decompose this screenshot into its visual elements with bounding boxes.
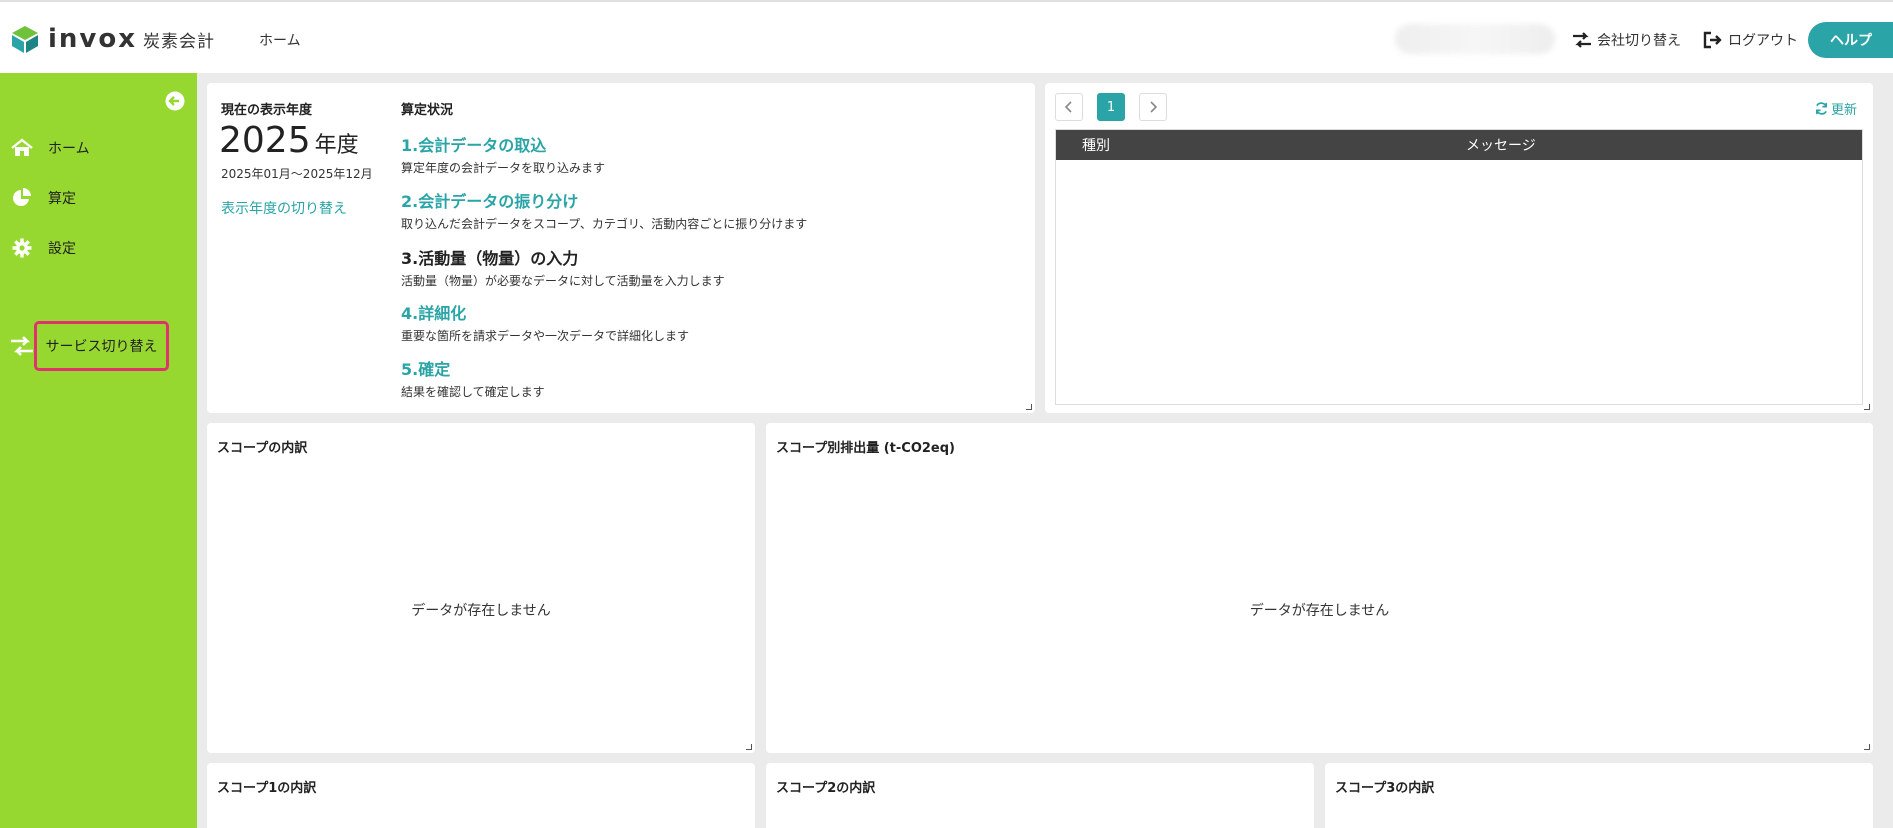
sidebar-item-settings[interactable]: 設定 [0,233,197,263]
current-year: 2025 年度 [219,121,359,166]
scope-emissions-card: スコープ別排出量 (t-CO2eq) データが存在しません [766,423,1873,753]
step-item: 1.会計データの取込 算定年度の会計データを取り込みます [401,132,605,176]
step-description: 重要な箇所を請求データや一次データで詳細化します [401,329,690,343]
step-description: 取り込んだ会計データをスコープ、カテゴリ、活動内容ごとに振り分けます [401,217,808,231]
chevron-right-icon [1150,101,1157,113]
status-panel: 現在の表示年度 2025 年度 2025年01月～2025年12月 表示年度の切り… [207,83,1035,413]
company-switch-button[interactable]: 会社切り替え [1572,30,1681,50]
step-link[interactable]: 2.会計データの振り分け [401,188,807,212]
scope1-card: スコープ1の内訳 [207,763,755,828]
scope2-card: スコープ2の内訳 [766,763,1314,828]
empty-state: データが存在しません [411,603,551,619]
card-title: スコープの内訳 [217,441,308,456]
refresh-button[interactable]: 更新 [1815,99,1857,118]
year-unit: 年度 [314,133,359,158]
card-title: スコープ別排出量 (t-CO2eq) [776,441,955,456]
pie-chart-icon [11,187,33,209]
prev-page-button[interactable] [1055,93,1083,121]
resize-handle[interactable] [1026,404,1032,410]
resize-handle[interactable] [1864,404,1870,410]
card-title: スコープ1の内訳 [217,781,317,796]
service-switch-button[interactable]: サービス切り替え [34,321,169,371]
card-title: スコープ2の内訳 [776,781,876,796]
step-link[interactable]: 4.詳細化 [401,300,689,324]
sidebar: ホーム 算定 設定 サービス切り替え [0,73,197,828]
step-current: 3.活動量（物量）の入力 [401,249,579,268]
sidebar-item-label: ホーム [48,141,90,157]
top-header: invox 炭素会計 ホーム 会社切り替え ログアウト ヘルプ [0,0,1893,73]
header-nav-home[interactable]: ホーム [259,30,301,50]
column-header-message: メッセージ [1466,138,1536,154]
gear-icon [11,237,33,259]
company-switch-label: 会社切り替え [1597,33,1681,49]
calculation-status-label: 算定状況 [401,103,454,118]
next-page-button[interactable] [1139,93,1167,121]
step-item: 2.会計データの振り分け 取り込んだ会計データをスコープ、カテゴリ、活動内容ごと… [401,188,807,232]
step-description: 結果を確認して確定します [401,385,545,399]
collapse-sidebar-icon[interactable] [165,91,185,111]
chevron-left-icon [1065,101,1072,113]
switch-year-link[interactable]: 表示年度の切り替え [221,198,347,218]
step-item: 5.確定 結果を確認して確定します [401,356,545,400]
service-switch-icon [11,336,33,356]
service-switch-label: サービス切り替え [45,339,158,355]
home-icon [11,137,33,159]
scope3-card: スコープ3の内訳 [1325,763,1873,828]
switch-arrows-icon [1573,32,1591,48]
help-button[interactable]: ヘルプ [1808,22,1893,58]
scope-breakdown-card: スコープの内訳 データが存在しません [207,423,755,753]
resize-handle[interactable] [746,744,752,750]
user-name-blurred [1395,24,1555,54]
logo-cube-icon [12,26,38,53]
refresh-icon [1816,102,1827,115]
year-value: 2025 [219,120,311,161]
empty-state: データが存在しません [1249,603,1390,619]
logo-subtitle: 炭素会計 [143,31,216,52]
refresh-label: 更新 [1830,103,1857,118]
page-number-button[interactable]: 1 [1097,93,1125,121]
column-header-type: 種別 [1082,138,1110,154]
sidebar-item-label: 算定 [48,191,76,207]
step-description: 活動量（物量）が必要なデータに対して活動量を入力します [401,274,725,288]
year-range: 2025年01月～2025年12月 [221,167,373,181]
step-link[interactable]: 1.会計データの取込 [401,132,605,156]
messages-table: 種別 メッセージ [1055,129,1863,405]
step-item: 3.活動量（物量）の入力 活動量（物量）が必要なデータに対して活動量を入力します [401,245,725,289]
logout-label: ログアウト [1728,33,1798,49]
step-item: 4.詳細化 重要な箇所を請求データや一次データで詳細化します [401,300,689,344]
table-header: 種別 メッセージ [1056,130,1862,160]
logout-button[interactable]: ログアウト [1703,30,1798,50]
step-description: 算定年度の会計データを取り込みます [401,161,606,175]
card-title: スコープ3の内訳 [1335,781,1435,796]
logout-icon [1703,31,1722,49]
current-year-label: 現在の表示年度 [221,103,313,118]
logo[interactable]: invox 炭素会計 [10,24,215,54]
sidebar-item-label: 設定 [48,241,76,257]
sidebar-item-home[interactable]: ホーム [0,133,197,163]
messages-panel: 1 更新 種別 メッセージ [1045,83,1873,413]
pagination: 1 [1055,93,1181,121]
step-link[interactable]: 5.確定 [401,356,545,380]
resize-handle[interactable] [1864,744,1870,750]
logo-text: invox [48,24,138,54]
sidebar-item-calculation[interactable]: 算定 [0,183,197,213]
